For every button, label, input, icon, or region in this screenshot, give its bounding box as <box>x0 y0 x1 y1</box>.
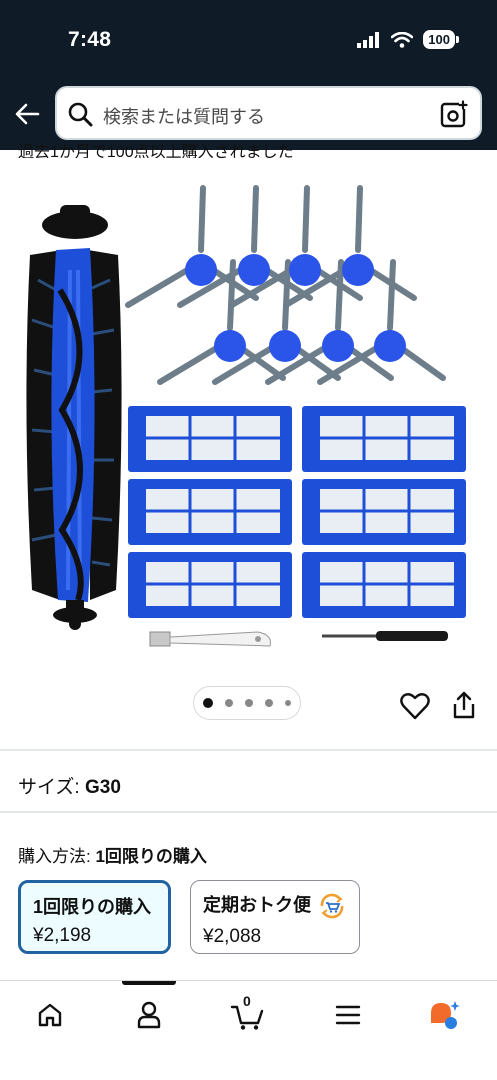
heart-icon[interactable] <box>400 692 430 720</box>
carousel-dot[interactable] <box>245 699 253 707</box>
roller-brush-image <box>26 205 122 630</box>
bottom-navigation: 0 <box>0 980 497 1080</box>
option-title: 1回限りの購入 <box>33 897 152 917</box>
screwdriver-image <box>322 631 448 641</box>
search-icon <box>68 102 93 127</box>
purchase-method-selected: 1回限りの購入 <box>95 847 207 866</box>
carousel-dot[interactable] <box>265 699 273 707</box>
divider <box>0 811 497 813</box>
signal-icon <box>357 31 380 48</box>
battery-indicator: 100 <box>423 30 459 49</box>
nav-menu[interactable] <box>328 995 368 1035</box>
nav-cart[interactable]: 0 <box>228 993 268 1035</box>
purchase-method-caption: 購入方法: <box>18 847 91 866</box>
size-value: G30 <box>85 777 121 798</box>
carousel-dot[interactable] <box>285 700 291 706</box>
size-selector[interactable]: サイズ: G30 <box>18 772 121 799</box>
status-time: 7:48 <box>68 28 112 51</box>
status-bar: 7:48 100 <box>0 0 497 82</box>
search-placeholder: 検索または質問する <box>103 107 265 127</box>
option-title: 定期おトク便 <box>203 895 311 915</box>
active-tab-indicator <box>122 981 176 985</box>
home-icon <box>38 1003 62 1027</box>
product-image[interactable] <box>18 170 480 660</box>
option-price: ¥2,088 <box>203 926 262 948</box>
option-title-row: 定期おトク便 <box>203 891 347 920</box>
purchase-method-label: 購入方法: 1回限りの購入 <box>18 842 207 867</box>
carousel-dot[interactable] <box>203 698 213 708</box>
one-time-purchase-option[interactable]: 1回限りの購入 ¥2,198 <box>18 880 171 954</box>
person-icon <box>137 1001 161 1029</box>
filters-image <box>128 406 466 618</box>
purchase-count-banner: 過去1か月で100点以上購入されました <box>18 144 294 158</box>
cart-count: 0 <box>243 993 251 1009</box>
wifi-icon <box>391 31 414 48</box>
cleaning-tool-image <box>149 631 271 647</box>
size-label: サイズ: <box>18 777 80 798</box>
back-arrow-icon[interactable] <box>12 98 44 130</box>
image-carousel-indicator[interactable] <box>193 686 301 720</box>
camera-lens-icon[interactable] <box>440 100 468 128</box>
divider <box>0 749 497 751</box>
option-price: ¥2,198 <box>33 925 92 946</box>
nav-rufus[interactable] <box>425 995 465 1035</box>
subscribe-save-option[interactable]: 定期おトク便 ¥2,088 <box>190 880 360 954</box>
nav-account[interactable] <box>129 995 169 1035</box>
nav-home[interactable] <box>30 995 70 1035</box>
subscribe-cart-icon <box>320 893 344 919</box>
status-icons: 100 <box>357 30 459 49</box>
rufus-assistant-icon <box>431 1001 460 1029</box>
search-input[interactable]: 検索または質問する <box>55 86 482 140</box>
share-icon[interactable] <box>452 690 476 720</box>
carousel-dot[interactable] <box>225 699 233 707</box>
menu-icon <box>335 1005 361 1025</box>
